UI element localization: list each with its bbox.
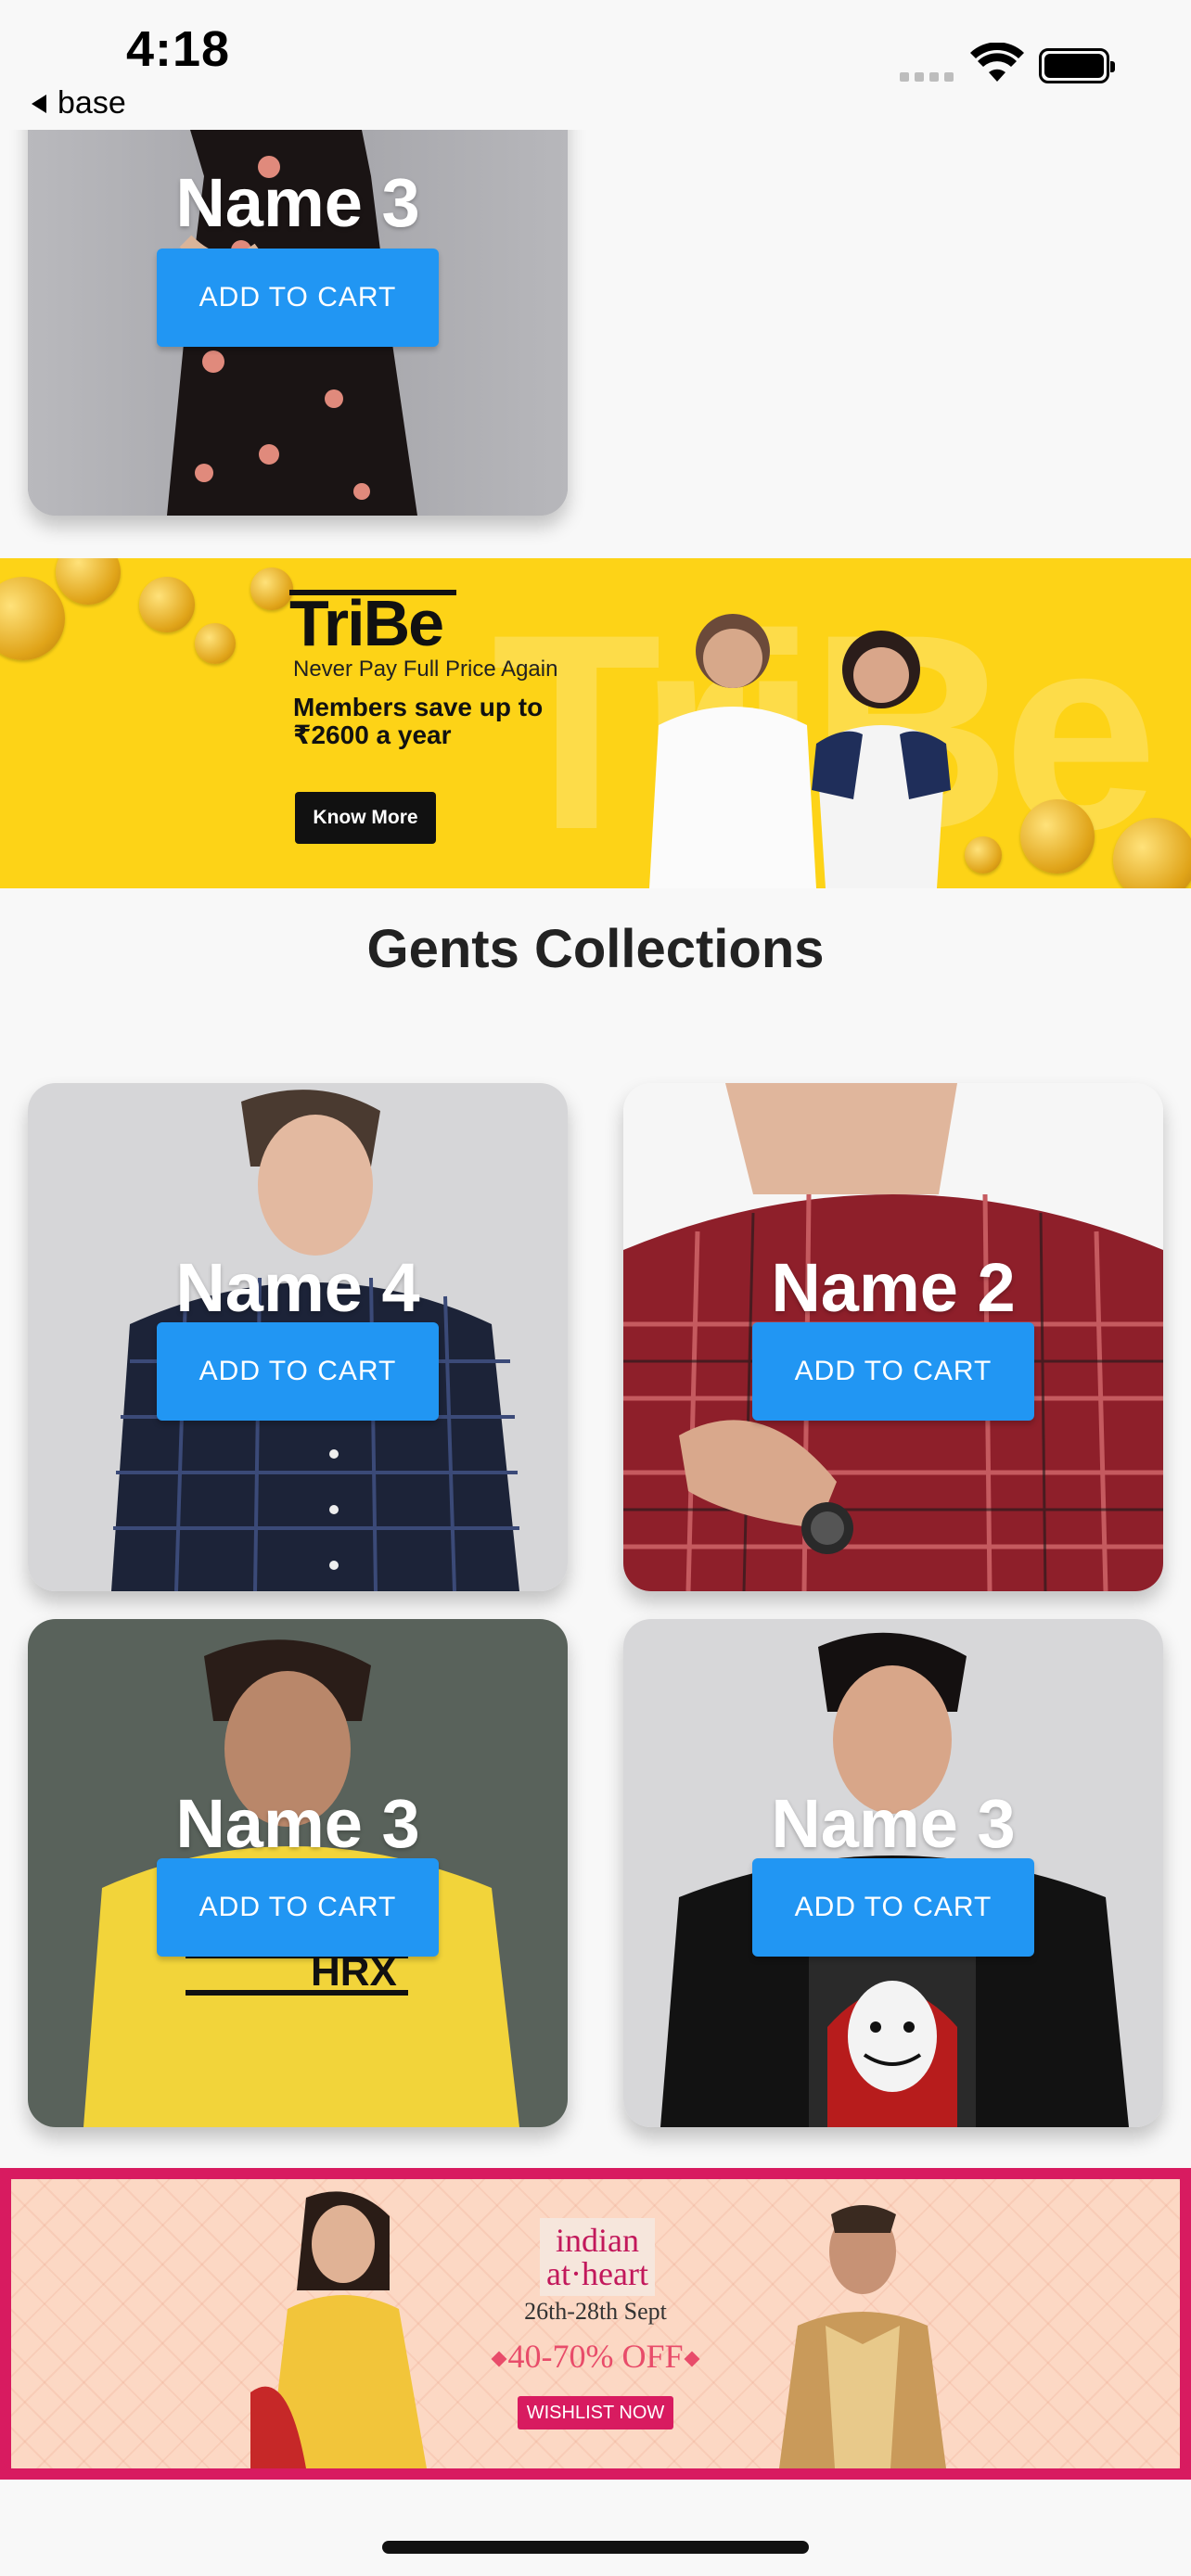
coin-icon [0, 577, 65, 660]
back-to-app-button[interactable]: base [32, 85, 126, 121]
coin-icon [56, 558, 121, 605]
add-to-cart-button[interactable]: ADD TO CART [752, 1858, 1034, 1957]
coin-icon [250, 567, 293, 610]
discount-text: 40-70% OFF [507, 2338, 684, 2375]
tribe-models-image [649, 614, 951, 888]
wishlist-now-button[interactable]: WISHLIST NOW [518, 2396, 673, 2429]
product-name: Name 2 [771, 1249, 1016, 1326]
tribe-offer-line1: Members save up to [293, 693, 544, 721]
add-to-cart-button[interactable]: ADD TO CART [157, 1858, 439, 1957]
coin-icon [139, 577, 195, 632]
battery-icon [1039, 48, 1115, 83]
add-to-cart-button[interactable]: ADD TO CART [157, 1322, 439, 1421]
status-bar: 4:18 base [0, 0, 1191, 130]
clock: 4:18 [126, 21, 231, 77]
product-name: Name 3 [771, 1785, 1016, 1862]
add-to-cart-button[interactable]: ADD TO CART [157, 249, 439, 347]
tribe-offer: Members save up to ₹2600 a year [293, 694, 543, 749]
sale-dates: 26th-28th Sept [524, 2298, 667, 2325]
section-title-gents: Gents Collections [366, 919, 825, 979]
coin-icon [1020, 799, 1095, 874]
indian-at-heart-banner[interactable]: indian at·heart 26th-28th Sept 40-70% OF… [0, 2168, 1191, 2480]
product-card[interactable]: Name 4 ADD TO CART [28, 1083, 568, 1591]
app-screen: Name 3 ADD TO CART 4:18 base TriBe TriBe… [0, 0, 1191, 2576]
home-indicator[interactable] [382, 2541, 809, 2554]
product-name: Name 3 [175, 164, 420, 241]
product-card[interactable]: HRX Name 3 ADD TO CART [28, 1619, 568, 2127]
add-to-cart-button[interactable]: ADD TO CART [752, 1322, 1034, 1421]
brand-line2: at·heart [546, 2255, 648, 2292]
coin-icon [195, 623, 236, 664]
product-card[interactable]: Name 3 ADD TO CART [623, 1619, 1163, 2127]
know-more-button[interactable]: Know More [295, 792, 436, 844]
brand-line1: indian [556, 2222, 639, 2259]
indian-brand-logo: indian at·heart [540, 2218, 655, 2296]
tribe-promo-banner[interactable]: TriBe TriBe Never Pay Full Price Again M… [0, 558, 1191, 888]
tribe-logo: TriBe [289, 587, 444, 659]
product-name: Name 3 [175, 1785, 420, 1862]
back-arrow-icon [32, 94, 46, 113]
tribe-tagline: Never Pay Full Price Again [293, 657, 558, 682]
wifi-icon [970, 43, 1024, 82]
back-label: base [58, 85, 126, 121]
product-card[interactable]: Name 2 ADD TO CART [623, 1083, 1163, 1591]
product-name: Name 4 [175, 1249, 420, 1326]
cellular-signal-icon [900, 72, 954, 82]
banner-model-man [779, 2205, 946, 2468]
tribe-offer-line2: ₹2600 a year [293, 721, 452, 749]
